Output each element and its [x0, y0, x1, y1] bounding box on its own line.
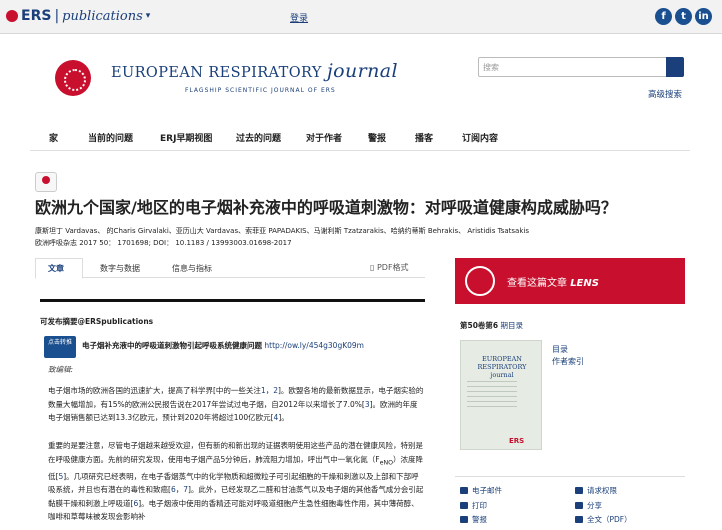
nav-item-podcasts[interactable]: 播客 — [415, 131, 433, 144]
author-index-link[interactable]: 作者索引 — [552, 356, 584, 367]
ers-logo-icon — [6, 10, 18, 22]
cover-title: EUROPEAN RESPIRATORY journal — [477, 355, 527, 379]
full-text-pdf-tool[interactable]: 全文（PDF） — [575, 514, 632, 525]
lens-icon — [465, 266, 495, 296]
nav-item-home[interactable]: 家 — [49, 131, 58, 144]
nav-item-early-view[interactable]: ERJ早期视图 — [160, 131, 212, 144]
print-tool[interactable]: 打印 — [460, 500, 487, 511]
login-link[interactable]: 登录 — [290, 11, 308, 24]
letter-greeting: 致编辑: — [48, 365, 74, 374]
request-permissions-tool[interactable]: 请求权限 — [575, 485, 617, 496]
issue-cover[interactable]: EUROPEAN RESPIRATORY journal ERS — [460, 340, 542, 450]
tweetable-abstract-heading: 可发布摘要@ERSpublications — [40, 317, 154, 326]
linkedin-icon[interactable]: in — [695, 8, 712, 25]
advanced-search-link[interactable]: 高级搜索 — [648, 88, 682, 100]
alert-icon — [460, 516, 468, 523]
tools-divider — [455, 476, 685, 477]
body-paragraph-2: 重要的是要注意，尽管电子烟越来越受欢迎，但有新的和新出现的证据表明使用这些产品的… — [48, 441, 424, 521]
twitter-icon[interactable]: t — [675, 8, 692, 25]
cover-text-lines — [467, 381, 517, 411]
pdf-icon — [575, 516, 583, 523]
journal-masthead[interactable]: EUROPEAN RESPIRATORY journal FLAGSHIP SC… — [55, 56, 415, 106]
email-icon — [460, 487, 468, 494]
search-button[interactable] — [666, 57, 684, 77]
article-citation: 欧洲呼吸杂志 2017 50： 1701698; DOI： 10.1183 / … — [35, 239, 292, 247]
lens-banner[interactable]: 查看这篇文章 LENS — [455, 258, 685, 304]
top-bar: ERS | publications ▾ 登录 f t in — [0, 0, 722, 34]
journal-title: EUROPEAN RESPIRATORY journal — [111, 60, 398, 82]
cover-ers-logo: ERS — [509, 437, 525, 445]
journal-tagline: FLAGSHIP SCIENTIFIC JOURNAL OF ERS — [185, 87, 336, 94]
print-icon — [460, 502, 468, 509]
open-access-badge-icon — [35, 172, 57, 192]
tab-figures-data[interactable]: 数字与数据 — [100, 263, 140, 274]
tab-article[interactable]: 文章 — [48, 263, 64, 274]
nav-item-current-issue[interactable]: 当前的问题 — [88, 131, 133, 144]
facebook-icon[interactable]: f — [655, 8, 672, 25]
search-placeholder: 搜索 — [483, 63, 499, 72]
issue-heading: 第50卷第6 期目录 — [460, 321, 524, 330]
social-links: f t in — [655, 8, 712, 25]
nav-item-subscriptions[interactable]: 订阅内容 — [462, 131, 498, 144]
toc-link[interactable]: 目录 — [552, 344, 568, 355]
tweet-link[interactable]: http://ow.ly/454g30gK09m — [264, 341, 364, 350]
article-tabs — [35, 258, 425, 278]
permissions-icon — [575, 487, 583, 494]
alerts-tool[interactable]: 警报 — [460, 514, 487, 525]
section-divider — [40, 299, 425, 302]
pdf-link[interactable]: ▯ PDF格式 — [370, 262, 409, 273]
ers-publications-logo[interactable]: ERS | publications ▾ — [6, 8, 150, 24]
ers-globe-icon — [55, 60, 91, 96]
issue-toc-link[interactable]: 期目录 — [501, 321, 524, 330]
article-title: 欧洲九个国家/地区的电子烟补充液中的呼吸道刺激物：对呼吸道健康构成威胁吗？ — [35, 198, 617, 217]
nav-item-past-issues[interactable]: 过去的问题 — [236, 131, 281, 144]
nav-divider — [30, 150, 690, 151]
ers-brand-sub: publications — [62, 8, 143, 24]
article-authors[interactable]: 康斯坦丁 Vardavas、 的Charis Girvalaki、亚历山大 Va… — [35, 226, 529, 236]
body-paragraph-1: 电子烟市场的欧洲各国的迅速扩大，提高了科学界[中的一些关注1，2]。欧盟各地的最… — [48, 386, 424, 422]
chevron-down-icon[interactable]: ▾ — [146, 11, 151, 21]
search-input[interactable]: 搜索 — [478, 57, 684, 77]
nav-item-for-authors[interactable]: 对于作者 — [306, 131, 342, 144]
tab-info-metrics[interactable]: 信息与指标 — [172, 263, 212, 274]
click-to-tweet-button[interactable]: 点击转推 — [44, 336, 76, 358]
pdf-icon: ▯ — [370, 263, 377, 272]
share-icon — [575, 502, 583, 509]
share-tool[interactable]: 分享 — [575, 500, 602, 511]
tweet-text: 电子烟补充液中的呼吸道刺激物引起呼吸系统健康问题 http://ow.ly/45… — [82, 341, 364, 350]
nav-item-alerts[interactable]: 警报 — [368, 131, 386, 144]
email-tool[interactable]: 电子邮件 — [460, 485, 502, 496]
ers-brand: ERS — [21, 8, 52, 24]
